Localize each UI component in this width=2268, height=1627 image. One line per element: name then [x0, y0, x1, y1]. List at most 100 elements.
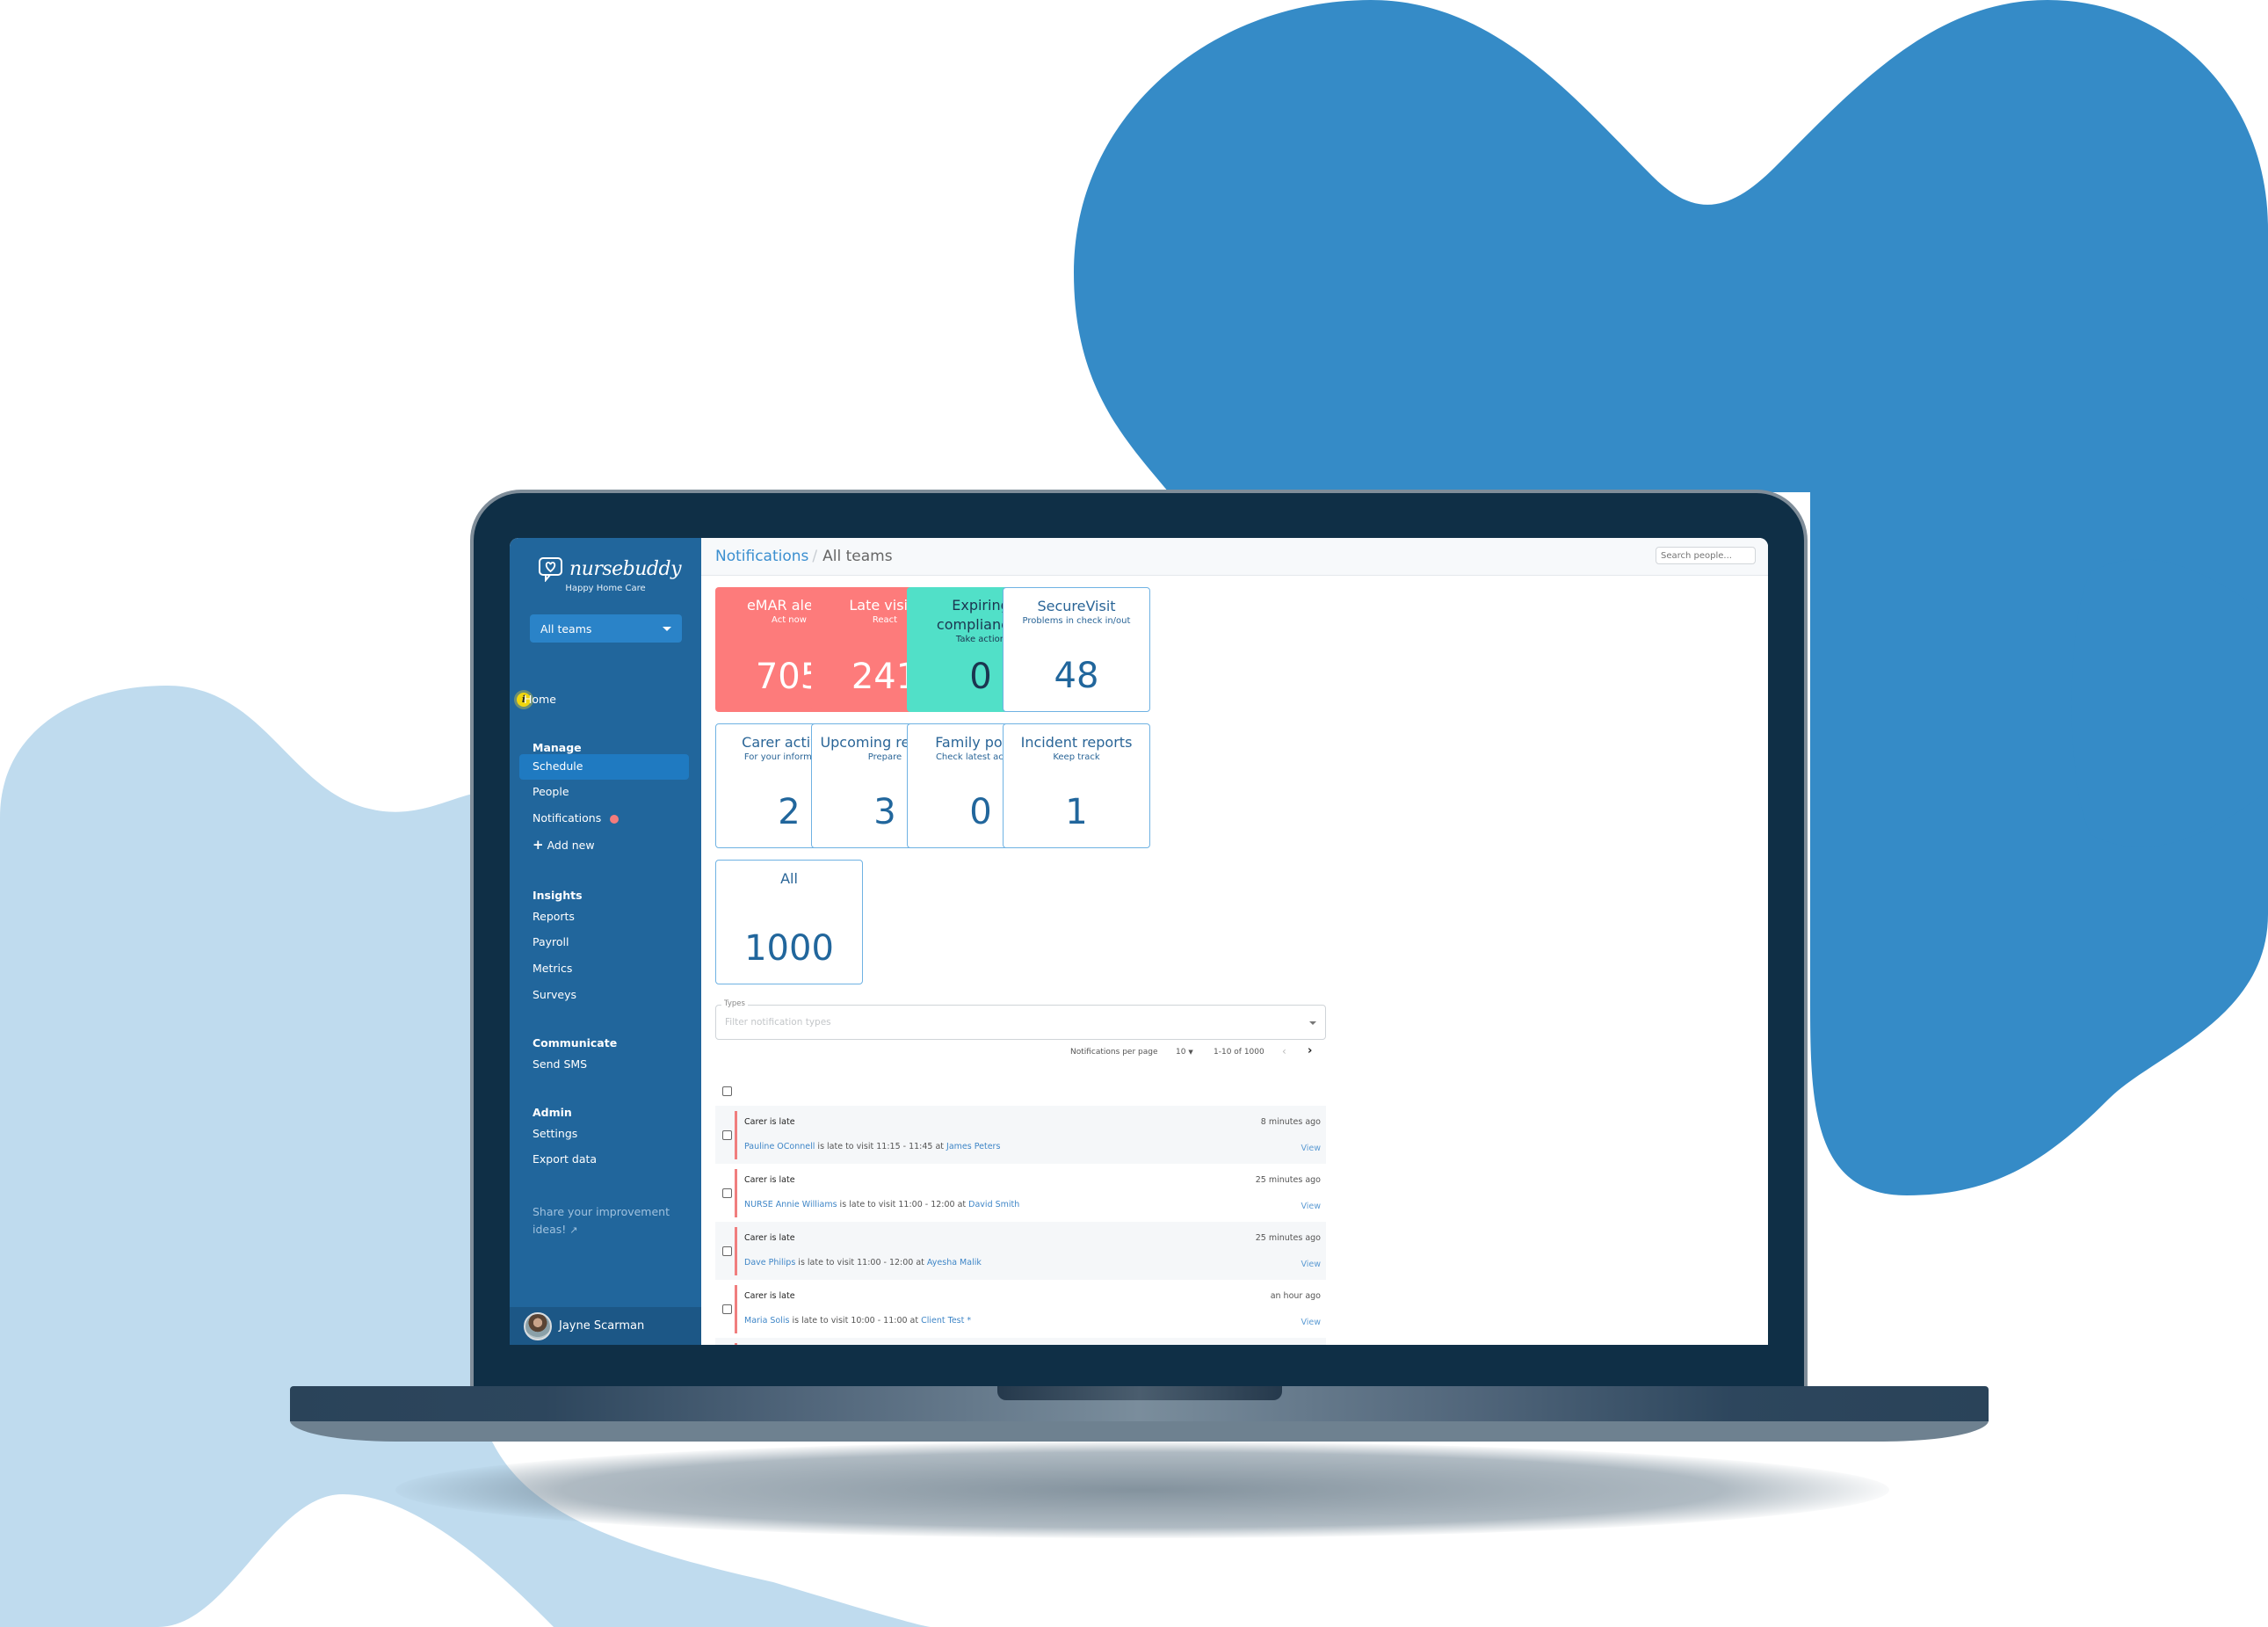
per-page-select[interactable]: 10 ▼: [1176, 1048, 1193, 1057]
client-link[interactable]: Client Test *: [921, 1316, 971, 1326]
notification-time: 8 minutes ago: [1260, 1117, 1321, 1127]
team-select-value: All teams: [540, 621, 592, 636]
main-content: Notifications/All teams eMAR alerts Act …: [701, 538, 1768, 1345]
per-page-label: Notifications per page: [1070, 1048, 1158, 1057]
user-menu[interactable]: Jayne Scarman: [510, 1307, 701, 1345]
sidebar-item-people[interactable]: People: [533, 785, 569, 798]
chevron-down-icon: ▼: [1188, 1049, 1193, 1056]
sidebar-item-payroll[interactable]: Payroll: [533, 935, 569, 948]
external-link-icon: ↗: [569, 1224, 578, 1236]
sidebar-item-surveys[interactable]: Surveys: [533, 988, 576, 1001]
severity-bar: [735, 1169, 737, 1217]
row-checkbox[interactable]: [722, 1130, 732, 1140]
pagination-range: 1-10 of 1000: [1214, 1048, 1264, 1057]
sidebar-item-send-sms[interactable]: Send SMS: [533, 1057, 587, 1071]
description-text: is late to visit 10:00 - 11:00 at: [789, 1316, 922, 1326]
notification-type-filter[interactable]: Types Filter notification types: [715, 999, 1326, 1040]
section-heading-manage: Manage: [533, 741, 582, 754]
sidebar-item-notifications[interactable]: Notifications: [533, 811, 620, 824]
card-count: 1: [1065, 792, 1088, 832]
card-title: Incident reports: [1020, 734, 1133, 751]
card-count: 1000: [744, 928, 834, 969]
dark-blue-blob-right-lobe: [2071, 559, 2268, 847]
unread-dot-icon: [610, 814, 620, 824]
carer-link[interactable]: NURSE Annie Williams: [744, 1200, 837, 1209]
app-screen: nursebuddy Happy Home Care All teams i H…: [510, 538, 1768, 1345]
breadcrumb-current: All teams: [822, 548, 893, 565]
card-title: All: [780, 870, 798, 887]
notification-row[interactable]: Carer is late 8 minutes ago Pauline OCon…: [715, 1106, 1326, 1164]
prev-page-button[interactable]: ‹: [1282, 1045, 1286, 1057]
client-link[interactable]: Ayesha Malik: [927, 1258, 982, 1267]
notification-description: Maria Solis is late to visit 10:00 - 11:…: [744, 1316, 971, 1326]
carer-link[interactable]: Maria Solis: [744, 1316, 789, 1326]
breadcrumb: Notifications / All teams: [715, 548, 893, 565]
laptop-notch: [997, 1386, 1282, 1400]
filter-label: Types: [721, 999, 748, 1008]
section-heading-insights: Insights: [533, 889, 583, 902]
sidebar-item-add-new-label: Add new: [547, 839, 595, 852]
sidebar-item-reports[interactable]: Reports: [533, 910, 575, 923]
filter-placeholder: Filter notification types: [725, 1017, 831, 1028]
notification-description: NURSE Annie Williams is late to visit 11…: [744, 1200, 1019, 1209]
sidebar-item-settings[interactable]: Settings: [533, 1127, 577, 1140]
severity-bar: [735, 1343, 737, 1345]
header-bar: Notifications / All teams: [701, 538, 1768, 576]
notification-time: an hour ago: [1270, 1291, 1321, 1301]
notification-description: Pauline OConnell is late to visit 11:15 …: [744, 1142, 1000, 1151]
card-title: SecureVisit: [1037, 598, 1116, 614]
search-people-input[interactable]: [1656, 547, 1756, 564]
team-select[interactable]: All teams: [530, 614, 682, 643]
chevron-down-icon: [1309, 1021, 1316, 1025]
description-text: is late to visit 11:00 - 12:00 at: [795, 1258, 927, 1267]
chevron-down-icon: [663, 626, 671, 631]
sidebar-item-export-data[interactable]: Export data: [533, 1152, 597, 1166]
card-securevisit[interactable]: SecureVisit Problems in check in/out 48: [1003, 587, 1150, 712]
carer-link[interactable]: Pauline OConnell: [744, 1142, 815, 1151]
view-link[interactable]: View: [1301, 1318, 1321, 1327]
sidebar-item-add-new[interactable]: + Add new: [533, 837, 595, 853]
notification-row[interactable]: Carer is late 25 minutes ago NURSE Annie…: [715, 1164, 1326, 1222]
notification-row[interactable]: Carer is late 25 minutes ago Dave Philip…: [715, 1222, 1326, 1280]
brand-logo[interactable]: nursebuddy: [538, 556, 682, 582]
notification-title: Carer is late: [744, 1175, 795, 1185]
section-heading-communicate: Communicate: [533, 1036, 618, 1050]
share-ideas-link[interactable]: Share your improvement ideas! ↗: [533, 1203, 682, 1239]
laptop-shadow: [395, 1442, 1889, 1538]
row-checkbox[interactable]: [722, 1246, 732, 1256]
card-subtitle: Problems in check in/out: [1022, 616, 1131, 626]
severity-bar: [735, 1285, 737, 1333]
card-all[interactable]: All 1000: [715, 860, 863, 984]
sidebar: nursebuddy Happy Home Care All teams i H…: [510, 538, 701, 1345]
notification-time: 25 minutes ago: [1255, 1175, 1321, 1185]
breadcrumb-notifications[interactable]: Notifications: [715, 548, 808, 565]
plus-icon: +: [533, 837, 544, 853]
sidebar-item-schedule[interactable]: Schedule: [533, 759, 583, 773]
sidebar-item-home[interactable]: Home: [524, 693, 556, 706]
view-link[interactable]: View: [1301, 1202, 1321, 1211]
view-link[interactable]: View: [1301, 1144, 1321, 1153]
client-link[interactable]: David Smith: [968, 1200, 1019, 1209]
sidebar-item-notifications-label: Notifications: [533, 811, 602, 824]
carer-link[interactable]: Dave Philips: [744, 1258, 795, 1267]
notification-row[interactable]: Carer is late an hour ago Maria Solis is…: [715, 1280, 1326, 1338]
heart-chat-icon: [539, 557, 562, 582]
description-text: is late to visit 11:15 - 11:45 at: [815, 1142, 947, 1151]
org-name: Happy Home Care: [565, 584, 646, 593]
row-checkbox[interactable]: [722, 1188, 732, 1198]
laptop-base-bottom: [290, 1420, 1989, 1442]
avatar: [524, 1311, 552, 1340]
sidebar-item-metrics[interactable]: Metrics: [533, 962, 572, 975]
card-incident-reports[interactable]: Incident reports Keep track 1: [1003, 723, 1150, 848]
view-link[interactable]: View: [1301, 1260, 1321, 1269]
client-link[interactable]: James Peters: [946, 1142, 1000, 1151]
severity-bar: [735, 1111, 737, 1159]
description-text: is late to visit 11:00 - 12:00 at: [837, 1200, 969, 1209]
notification-title: Carer is late: [744, 1291, 795, 1301]
card-subtitle: Keep track: [1053, 752, 1100, 762]
user-name: Jayne Scarman: [559, 1319, 645, 1333]
select-all-checkbox[interactable]: [722, 1086, 732, 1096]
notification-title: Carer is late: [744, 1233, 795, 1243]
next-page-button[interactable]: ›: [1308, 1044, 1312, 1057]
row-checkbox[interactable]: [722, 1304, 732, 1314]
